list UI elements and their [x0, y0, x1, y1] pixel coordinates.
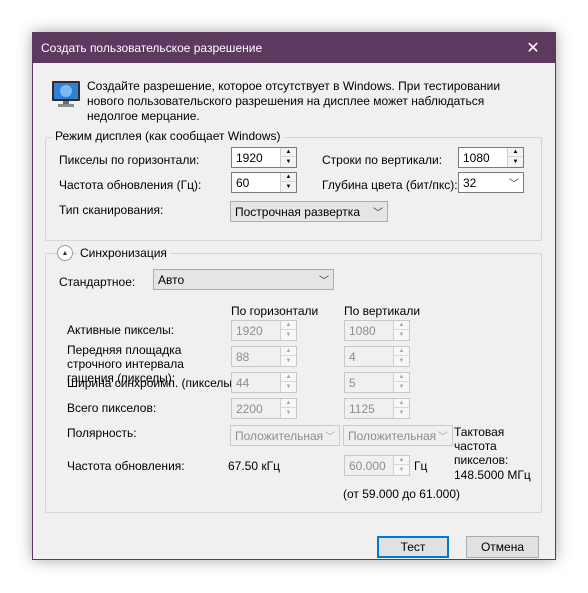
monitor-icon	[52, 81, 80, 107]
active-pixels-h-spinner[interactable]: 1920 ▲ ▼	[231, 320, 297, 341]
total-pixels-label: Всего пикселов:	[67, 401, 157, 415]
v-lines-value: 1080	[463, 151, 490, 165]
front-porch-h-value: 88	[236, 350, 250, 364]
sync-width-h-spinner[interactable]: 44 ▲ ▼	[231, 372, 297, 393]
pixel-clock-label: Тактовая частота пикселов:	[454, 425, 509, 467]
sync-refresh-h-value: 67.50 кГц	[228, 459, 280, 473]
collapse-icon[interactable]: ▲	[57, 245, 73, 261]
sync-width-label: Ширина синхроимп. (пикселы):	[67, 376, 240, 390]
increment-icon[interactable]: ▲	[281, 148, 296, 157]
sync-width-h-value: 44	[236, 376, 250, 390]
increment-icon[interactable]: ▲	[394, 456, 409, 465]
sync-width-v-spinner[interactable]: 5 ▲ ▼	[344, 372, 410, 393]
h-pixels-label: Пикселы по горизонтали:	[59, 153, 200, 167]
decrement-icon[interactable]: ▼	[281, 182, 296, 191]
decrement-icon[interactable]: ▼	[394, 382, 409, 391]
refresh-rate-label: Частота обновления (Гц):	[59, 178, 202, 192]
chevron-down-icon: ﹀	[319, 276, 329, 287]
increment-icon[interactable]: ▲	[281, 373, 296, 382]
custom-resolution-dialog: Создать пользовательское разрешение ✕ Со…	[32, 32, 556, 560]
h-pixels-value: 1920	[236, 151, 263, 165]
chevron-down-icon: ﹀	[373, 208, 383, 219]
scan-type-select[interactable]: Построчная развертка ﹀	[230, 201, 388, 222]
decrement-icon[interactable]: ▼	[394, 408, 409, 417]
polarity-v-value: Положительная	[348, 429, 437, 443]
sync-refresh-label: Частота обновления:	[67, 459, 185, 473]
scan-type-label: Тип сканирования:	[59, 203, 164, 217]
sync-refresh-unit: Гц	[414, 459, 428, 473]
decrement-icon[interactable]: ▼	[508, 157, 523, 166]
decrement-icon[interactable]: ▼	[281, 382, 296, 391]
increment-icon[interactable]: ▲	[281, 399, 296, 408]
color-depth-select[interactable]: 32 ﹀	[458, 172, 524, 193]
decrement-icon[interactable]: ▼	[281, 356, 296, 365]
v-lines-spinner[interactable]: 1080 ▲ ▼	[458, 147, 524, 168]
decrement-icon[interactable]: ▼	[394, 465, 409, 474]
polarity-h-select[interactable]: Положительная ﹀	[230, 425, 340, 446]
standard-value: Авто	[158, 273, 185, 287]
standard-label: Стандартное:	[59, 275, 136, 289]
color-depth-label: Глубина цвета (бит/пкс):	[322, 178, 458, 192]
total-pixels-v-spinner[interactable]: 1125 ▲ ▼	[344, 398, 410, 419]
total-pixels-h-spinner[interactable]: 2200 ▲ ▼	[231, 398, 297, 419]
refresh-rate-spinner[interactable]: 60 ▲ ▼	[231, 172, 297, 193]
title-bar[interactable]: Создать пользовательское разрешение ✕	[33, 33, 555, 63]
increment-icon[interactable]: ▲	[394, 399, 409, 408]
cancel-button[interactable]: Отмена	[466, 536, 539, 558]
front-porch-v-spinner[interactable]: 4 ▲ ▼	[344, 346, 410, 367]
window-title: Создать пользовательское разрешение	[41, 41, 263, 55]
decrement-icon[interactable]: ▼	[394, 330, 409, 339]
active-pixels-v-value: 1080	[349, 324, 376, 338]
sync-refresh-v-value: 60.000	[349, 459, 386, 473]
v-lines-label: Строки по вертикали:	[322, 153, 443, 167]
chevron-down-icon: ﹀	[325, 432, 335, 443]
decrement-icon[interactable]: ▼	[394, 356, 409, 365]
increment-icon[interactable]: ▲	[281, 173, 296, 182]
sync-width-v-value: 5	[349, 376, 356, 390]
col-vertical-header: По вертикали	[344, 304, 421, 318]
increment-icon[interactable]: ▲	[281, 347, 296, 356]
chevron-down-icon: ﹀	[438, 432, 448, 443]
front-porch-v-value: 4	[349, 350, 356, 364]
active-pixels-h-value: 1920	[236, 324, 263, 338]
test-button[interactable]: Тест	[377, 536, 449, 558]
increment-icon[interactable]: ▲	[281, 321, 296, 330]
intro-text: Создайте разрешение, которое отсутствует…	[87, 79, 501, 123]
polarity-v-select[interactable]: Положительная ﹀	[343, 425, 453, 446]
active-pixels-v-spinner[interactable]: 1080 ▲ ▼	[344, 320, 410, 341]
decrement-icon[interactable]: ▼	[281, 408, 296, 417]
scan-type-value: Построчная развертка	[235, 205, 360, 219]
col-horizontal-header: По горизонтали	[231, 304, 319, 318]
increment-icon[interactable]: ▲	[394, 347, 409, 356]
decrement-icon[interactable]: ▼	[281, 157, 296, 166]
sync-legend: Синхронизация	[77, 246, 170, 260]
total-pixels-v-value: 1125	[349, 402, 375, 416]
standard-select[interactable]: Авто ﹀	[153, 269, 334, 290]
refresh-rate-value: 60	[236, 176, 250, 190]
increment-icon[interactable]: ▲	[394, 373, 409, 382]
color-depth-value: 32	[463, 176, 477, 190]
increment-icon[interactable]: ▲	[394, 321, 409, 330]
total-pixels-h-value: 2200	[236, 402, 263, 416]
sync-refresh-v-spinner[interactable]: 60.000 ▲ ▼	[344, 455, 410, 476]
polarity-h-value: Положительная	[235, 429, 324, 443]
pixel-clock-value: 148.5000 МГц	[454, 468, 531, 482]
close-button[interactable]: ✕	[511, 33, 555, 63]
h-pixels-spinner[interactable]: 1920 ▲ ▼	[231, 147, 297, 168]
increment-icon[interactable]: ▲	[508, 148, 523, 157]
display-mode-legend: Режим дисплея (как сообщает Windows)	[52, 129, 284, 143]
active-pixels-label: Активные пикселы:	[67, 323, 175, 337]
front-porch-h-spinner[interactable]: 88 ▲ ▼	[231, 346, 297, 367]
chevron-down-icon: ﹀	[509, 179, 519, 190]
sync-refresh-range: (от 59.000 до 61.000)	[343, 487, 460, 501]
polarity-label: Полярность:	[67, 426, 137, 440]
decrement-icon[interactable]: ▼	[281, 330, 296, 339]
